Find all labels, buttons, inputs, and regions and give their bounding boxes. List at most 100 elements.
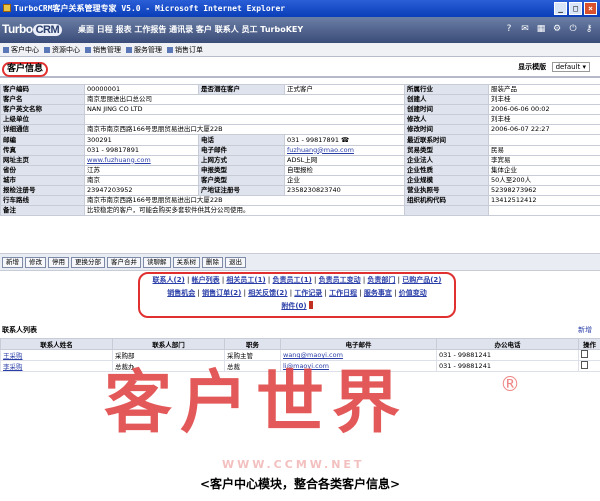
field-value[interactable]: www.fuzhuang.com <box>84 154 199 166</box>
window-title: TurboCRM客户关系管理专家 V5.0 - Microsoft Intern… <box>14 4 286 13</box>
nav-item[interactable]: 服务管理 <box>126 45 162 55</box>
related-link[interactable]: 相关反馈(2) <box>248 289 287 297</box>
edit-doc-icon[interactable] <box>581 350 588 358</box>
field-label: 客户英文名称 <box>0 104 85 116</box>
nav-item[interactable]: 客户中心 <box>3 45 39 55</box>
field-label: 创建人 <box>404 94 489 106</box>
nav-item[interactable]: 销售订单 <box>167 45 203 55</box>
related-link[interactable]: 服务事宜 <box>364 289 392 297</box>
field-value[interactable]: fuzhuang@mao.com <box>284 144 405 156</box>
nav-icon <box>126 46 132 53</box>
field-label: 企业规模 <box>404 174 489 186</box>
edit-doc-icon[interactable] <box>581 361 588 369</box>
field-value <box>84 114 405 126</box>
nav-icon <box>85 46 91 53</box>
disable-button[interactable]: 停用 <box>48 256 69 268</box>
nav-item[interactable]: 资源中心 <box>44 45 80 55</box>
template-select[interactable]: default ▾ <box>551 62 590 72</box>
customer-info-table: 客户编码 00000001 是否潜在客户 正式客户 所属行业 服装产品 客户名 南京思丽进出口… <box>0 83 600 217</box>
related-link[interactable]: 负责部门 <box>367 276 395 284</box>
field-value: 服装产品 <box>488 83 600 96</box>
link-separator: | <box>311 276 319 284</box>
field-value: 13412512412 <box>488 195 600 207</box>
field-label: 最近联系时间 <box>404 134 489 146</box>
turbocrm-logo: Turbo CRM <box>2 22 63 36</box>
relation-tree-button[interactable]: 关系树 <box>172 256 200 268</box>
related-link[interactable]: 帐户列表 <box>192 276 220 284</box>
field-label: 组织机构代码 <box>404 195 489 207</box>
contact-operation[interactable] <box>578 360 600 372</box>
field-value: 正式客户 <box>284 83 405 96</box>
power-icon[interactable]: ⏻ <box>568 24 578 35</box>
module-menu[interactable]: 桌面 日程 报表 工作报告 通讯录 客户 联系人 员工 TurboKEY <box>78 24 303 35</box>
field-value: 自理报检 <box>284 164 405 176</box>
field-value: 南京市南京西路166号思丽贸易进出口大厦22B <box>84 124 405 136</box>
field-value: 031 - 99817891 ☎ <box>284 134 405 146</box>
template-selector[interactable]: 显示模版 default ▾ <box>518 62 590 72</box>
field-label: 客户名 <box>0 94 85 106</box>
related-link[interactable]: 相关员工(1) <box>226 276 265 284</box>
related-link[interactable]: 联系人(2) <box>153 276 185 284</box>
related-link[interactable]: 销售订单(2) <box>202 289 241 297</box>
related-links-row: 附件(0) <box>140 300 454 313</box>
nav-item[interactable]: 销售管理 <box>85 45 121 55</box>
info-row: 客户名 南京思丽进出口总公司 创建人 刘丰桂 <box>0 94 600 106</box>
settings-icon[interactable]: ⚙ <box>552 24 562 35</box>
info-row: 网址主页 www.fuzhuang.com 上网方式 ADSL上网 企业法人 李宾易 <box>0 154 600 166</box>
contact-email-link[interactable]: wang@maoyi.com <box>280 349 437 361</box>
related-link[interactable]: 已购产品(2) <box>402 276 441 284</box>
grid-icon[interactable]: ▦ <box>536 24 546 35</box>
pin-icon <box>308 301 313 309</box>
field-value: 江苏 <box>84 164 199 176</box>
contact-list-title: 联系人列表 <box>2 326 37 334</box>
exit-button[interactable]: 退出 <box>225 256 246 268</box>
related-link[interactable]: 销售机会 <box>167 289 195 297</box>
ie-app-icon <box>3 4 11 12</box>
close-button[interactable]: × <box>584 2 597 15</box>
edit-button[interactable]: 修改 <box>25 256 46 268</box>
related-link[interactable]: 负责员工(1) <box>273 276 312 284</box>
field-value: 集体企业 <box>488 164 600 176</box>
field-label: 营业执照号 <box>404 184 489 197</box>
info-row: 省份 江苏 申报类型 自理报检 企业性质 集体企业 <box>0 164 600 176</box>
column-header: 职务 <box>224 338 281 350</box>
new-button[interactable]: 新增 <box>2 256 23 268</box>
related-link[interactable]: 工作日程 <box>329 289 357 297</box>
key-icon[interactable]: ⚷ <box>584 24 594 35</box>
field-value: 031 - 99817891 <box>84 144 199 156</box>
field-label: 贸易类型 <box>404 144 489 156</box>
merge-customer-button[interactable]: 客户合并 <box>107 256 141 268</box>
contact-table-header: 联系人姓名 联系人部门 职务 电子邮件 办公电话 操作 <box>0 338 600 350</box>
delete-button[interactable]: 删除 <box>202 256 223 268</box>
mail-icon[interactable]: ✉ <box>520 24 530 35</box>
info-row: 客户英文名称 NAN JING CO LTD 创建时间 2006-06-06 00:0… <box>0 104 600 116</box>
related-link[interactable]: 价值变动 <box>399 289 427 297</box>
figure-caption: <客户中心模块，整合各类客户信息> <box>199 477 401 491</box>
read-button[interactable]: 读聊解 <box>143 256 171 268</box>
nav-bar: 客户中心 资源中心 销售管理 服务管理 销售订单 <box>0 43 600 57</box>
contact-phone: 031 - 99881241 <box>436 349 579 361</box>
related-link[interactable]: 工作记录 <box>294 289 322 297</box>
header-icons: ? ✉ ▦ ⚙ ⏻ ⚷ <box>504 24 594 35</box>
field-label: 报检注册号 <box>0 184 85 197</box>
maximize-button[interactable]: □ <box>569 2 582 15</box>
field-value: 50人至200人 <box>488 174 600 186</box>
contact-operation[interactable] <box>578 349 600 361</box>
field-value: 民易 <box>488 144 600 156</box>
info-row: 详细通信 南京市南京西路166号思丽贸易进出口大厦22B 修改时间 2006-06-0… <box>0 124 600 136</box>
contact-name-link[interactable]: 李采购 <box>0 360 113 372</box>
change-branch-button[interactable]: 更换分部 <box>71 256 105 268</box>
field-label <box>404 205 489 217</box>
help-icon[interactable]: ? <box>504 24 514 35</box>
related-link[interactable]: 附件(0) <box>281 302 306 310</box>
field-label: 修改人 <box>404 114 489 126</box>
field-value: 2006-06-06 00:02 <box>488 104 600 116</box>
column-header: 办公电话 <box>436 338 579 350</box>
info-row: 城市 南京 客户类型 企业 企业规模 50人至200人 <box>0 174 600 186</box>
related-links-row: 联系人(2) | 帐户列表 | 相关员工(1) | 负责员工(1) | 负责员工… <box>140 274 454 287</box>
minimize-button[interactable]: _ <box>554 2 567 15</box>
related-link[interactable]: 负责员工变动 <box>319 276 361 284</box>
template-label: 显示模版 <box>518 63 547 71</box>
new-contact-link[interactable]: 新增 <box>578 325 592 335</box>
contact-name-link[interactable]: 王采购 <box>0 349 113 361</box>
